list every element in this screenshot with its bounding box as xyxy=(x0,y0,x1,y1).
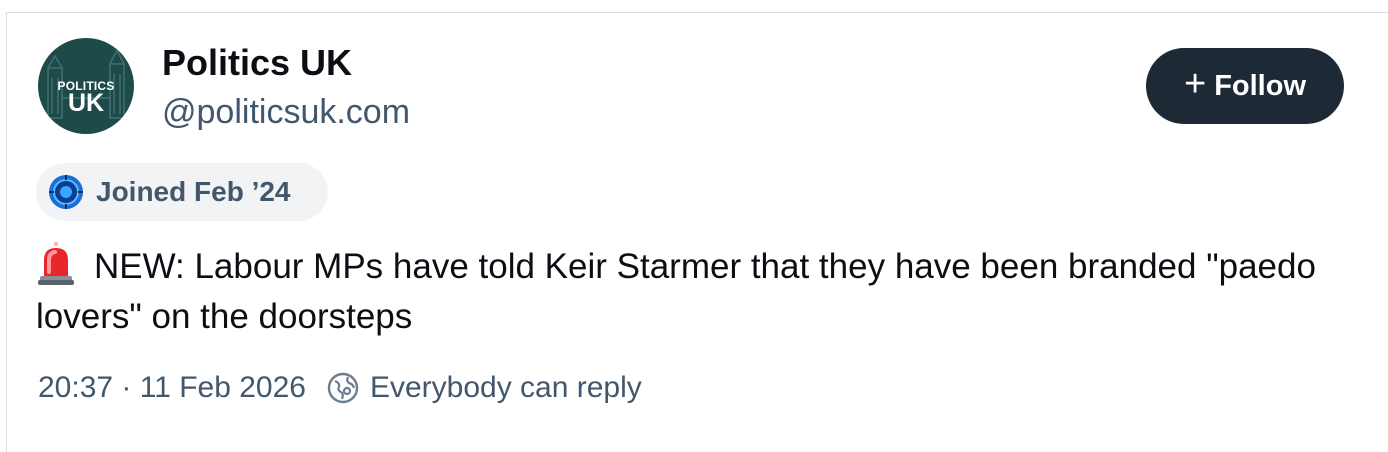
joined-label: Joined Feb ’24 xyxy=(96,176,291,207)
follow-label: Follow xyxy=(1214,69,1307,102)
siren-emoji xyxy=(38,242,74,285)
avatar-label-bottom: UK xyxy=(67,89,105,117)
timestamp[interactable]: 20:37 · 11 Feb 2026 xyxy=(38,368,306,408)
post-text: NEW: Labour MPs have told Keir Starmer t… xyxy=(36,242,1336,342)
follow-button[interactable]: + Follow xyxy=(1146,48,1344,124)
avatar[interactable]: POLITICS UK xyxy=(38,38,134,134)
joined-badge[interactable]: Joined Feb ’24 xyxy=(36,163,328,221)
verified-badge-icon xyxy=(49,175,83,209)
display-name[interactable]: Politics UK xyxy=(162,42,352,84)
handle[interactable]: @politicsuk.com xyxy=(162,92,410,132)
globe-icon xyxy=(327,372,359,404)
plus-icon: + xyxy=(1183,63,1207,105)
post-body: NEW: Labour MPs have told Keir Starmer t… xyxy=(36,247,1316,336)
post-meta: 20:37 · 11 Feb 2026 Everybody can reply xyxy=(38,368,642,408)
reply-setting[interactable]: Everybody can reply xyxy=(370,368,642,408)
